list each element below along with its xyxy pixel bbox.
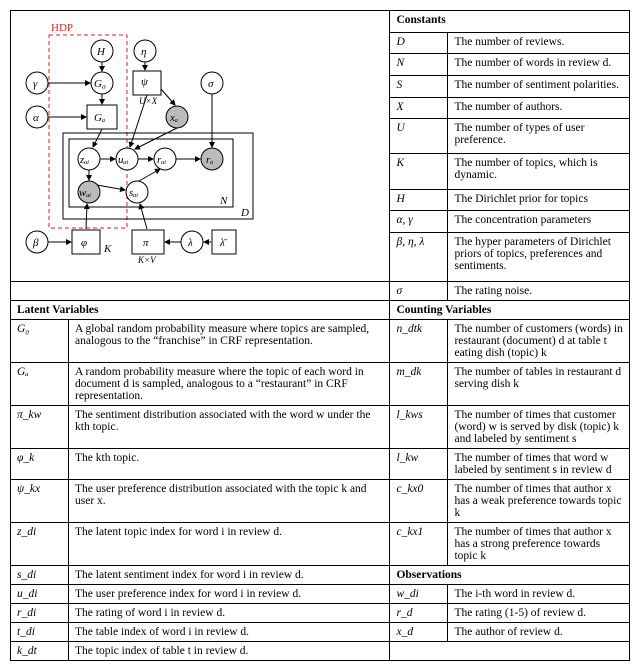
svg-text:H: H [96, 46, 106, 58]
svg-text:σ: σ [208, 78, 214, 90]
obs-desc: The i-th word in review d. [448, 585, 630, 604]
svg-text:ψ: ψ [141, 76, 148, 88]
svg-text:U×X: U×X [139, 96, 158, 106]
latent-desc: A global random probability measure wher… [69, 320, 390, 363]
const-desc: The number of reviews. [448, 32, 630, 54]
svg-text:α: α [33, 112, 39, 124]
count-sym: n_dtk [390, 320, 448, 363]
svg-text:rₐᵢ: rₐᵢ [157, 154, 166, 166]
svg-text:K: K [103, 243, 112, 255]
count-desc: The number of customers (words) in resta… [448, 320, 630, 363]
svg-text:N: N [219, 195, 228, 207]
plate-diagram: HDP H η G₀ ψ U×X σ γ α Gₐ xₐ D N zₐᵢ uₐᵢ… [17, 17, 262, 272]
svg-text:π: π [143, 237, 149, 249]
obs-header: Observations [390, 566, 630, 585]
svg-text:sₐᵢ: sₐᵢ [129, 187, 138, 199]
const-sym: D [390, 32, 448, 54]
svg-text:uₐᵢ: uₐᵢ [118, 154, 129, 166]
obs-sym: w_di [390, 585, 448, 604]
svg-text:G₀: G₀ [94, 78, 106, 90]
svg-text:K×V: K×V [137, 255, 157, 265]
svg-text:Gₐ: Gₐ [94, 112, 105, 124]
svg-text:D: D [240, 207, 249, 219]
svg-text:φ: φ [81, 237, 87, 249]
notation-table: HDP H η G₀ ψ U×X σ γ α Gₐ xₐ D N zₐᵢ uₐᵢ… [10, 10, 630, 661]
svg-text:rₐ: rₐ [206, 154, 214, 166]
svg-text:η: η [141, 46, 146, 58]
latent-sym: G₀ [11, 320, 69, 363]
svg-text:λ: λ [187, 237, 193, 249]
hdp-label: HDP [51, 22, 73, 34]
constants-header: Constants [390, 11, 630, 33]
svg-text:zₐᵢ: zₐᵢ [79, 154, 89, 166]
svg-text:γ: γ [33, 78, 38, 90]
svg-text:β: β [32, 237, 39, 249]
latent-header: Latent Variables [11, 301, 390, 320]
svg-text:xₐ: xₐ [169, 112, 178, 124]
counting-header: Counting Variables [390, 301, 630, 320]
svg-text:wₐᵢ: wₐᵢ [79, 187, 92, 199]
